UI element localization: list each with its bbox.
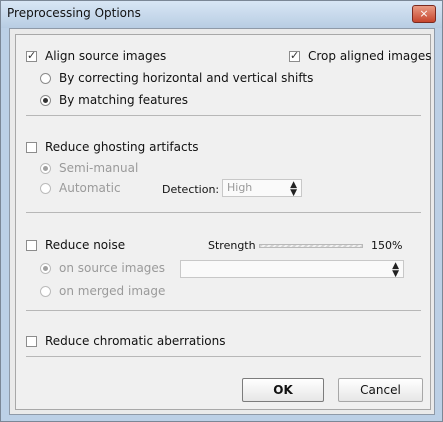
title-bar[interactable]: Preprocessing Options × (1, 1, 442, 28)
cancel-button[interactable]: Cancel (338, 378, 423, 402)
semi-manual-label: Semi-manual (59, 161, 139, 175)
reduce-ghosting-option[interactable]: Reduce ghosting artifacts (26, 140, 199, 154)
detection-select-value: High (227, 181, 253, 194)
ghosting-option-semi-manual[interactable]: Semi-manual (40, 161, 138, 175)
reduce-ghosting-label: Reduce ghosting artifacts (45, 140, 199, 154)
ok-button[interactable]: OK (242, 378, 324, 402)
automatic-label: Automatic (59, 181, 121, 195)
align-option-matching-features[interactable]: By matching features (40, 93, 188, 107)
semi-manual-radio[interactable] (40, 163, 51, 174)
strength-slider[interactable] (259, 244, 363, 248)
detection-select[interactable]: High ▲ ▼ (222, 179, 302, 198)
reduce-noise-option[interactable]: Reduce noise (26, 238, 125, 252)
align-source-images-option[interactable]: Align source images (26, 49, 166, 63)
reduce-chromatic-label: Reduce chromatic aberrations (45, 334, 226, 348)
noise-source-select[interactable]: ▲ ▼ (180, 260, 404, 279)
up-down-arrow-icon: ▲ ▼ (392, 261, 399, 279)
section-divider (26, 356, 421, 357)
up-down-arrow-icon: ▲ ▼ (290, 180, 297, 198)
source-images-label: on source images (59, 261, 166, 275)
matching-features-radio[interactable] (40, 95, 51, 106)
section-divider (26, 310, 421, 311)
reduce-noise-checkbox[interactable] (26, 240, 37, 251)
automatic-radio[interactable] (40, 183, 51, 194)
reduce-chromatic-option[interactable]: Reduce chromatic aberrations (26, 334, 226, 348)
detection-label: Detection: (162, 183, 220, 196)
noise-option-merged-image[interactable]: on merged image (40, 284, 165, 298)
matching-features-label: By matching features (59, 93, 189, 107)
crop-aligned-images-checkbox[interactable] (289, 49, 300, 62)
crop-aligned-images-option[interactable]: Crop aligned images (289, 49, 432, 63)
correct-shifts-label: By correcting horizontal and vertical sh… (59, 71, 314, 85)
crop-aligned-images-label: Crop aligned images (308, 49, 432, 63)
ghosting-option-automatic[interactable]: Automatic (40, 181, 121, 195)
merged-image-radio[interactable] (40, 286, 51, 297)
align-source-images-checkbox[interactable] (26, 49, 37, 62)
noise-option-source-images[interactable]: on source images (40, 261, 165, 275)
strength-label: Strength (208, 239, 256, 252)
section-divider (26, 115, 421, 116)
align-source-images-label: Align source images (45, 49, 167, 63)
merged-image-label: on merged image (59, 284, 166, 298)
dialog-client-area: Align source images Crop aligned images … (9, 28, 435, 415)
section-divider (26, 212, 421, 213)
reduce-ghosting-checkbox[interactable] (26, 142, 37, 153)
reduce-noise-label: Reduce noise (45, 238, 126, 252)
align-option-correct-shifts[interactable]: By correcting horizontal and vertical sh… (40, 71, 313, 85)
reduce-chromatic-checkbox[interactable] (26, 336, 37, 347)
correct-shifts-radio[interactable] (40, 73, 51, 84)
options-panel: Align source images Crop aligned images … (15, 34, 432, 410)
strength-value: 150% (371, 239, 403, 252)
preprocessing-options-dialog: Preprocessing Options × Align source ima… (0, 0, 443, 422)
dialog-title: Preprocessing Options (7, 6, 141, 20)
close-button[interactable]: × (412, 5, 436, 23)
source-images-radio[interactable] (40, 263, 51, 274)
